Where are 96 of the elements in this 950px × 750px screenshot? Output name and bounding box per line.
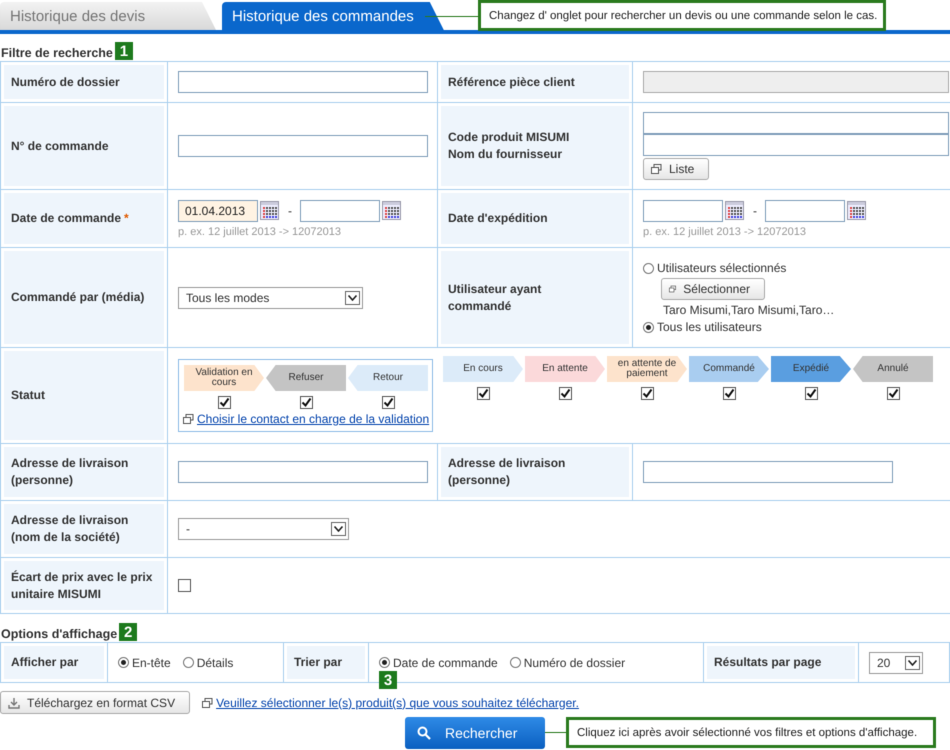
status-tag: Refuser [266,365,346,391]
field-label: Date d'expédition [448,210,548,227]
radio-button[interactable] [643,262,654,274]
radio-label: Utilisateurs sélectionnés [657,261,786,275]
section-title: Filtre de recherche [1,46,113,60]
status-tag: En attente [525,356,605,382]
text-field[interactable] [178,135,428,157]
dropdown[interactable]: 20 [869,652,923,674]
leader-line [425,16,480,17]
status-tag: En cours [443,356,523,382]
text-field[interactable] [643,461,893,483]
range-separator: - [288,204,292,218]
calendar-icon[interactable] [847,200,867,220]
status-tag: Retour [348,365,428,391]
date-field[interactable] [765,200,845,222]
field-label: Utilisateur ayant commandé [448,280,542,314]
checkbox[interactable] [640,387,654,400]
radio-label: Date de commande [393,656,498,670]
caret-icon [905,656,920,670]
window-icon [202,698,214,708]
checkbox[interactable] [476,387,490,400]
radio-button[interactable] [643,322,654,332]
date-field[interactable] [300,200,380,222]
checkbox[interactable] [300,396,312,409]
checkbox[interactable] [722,387,736,400]
radio-label: Numéro de dossier [524,656,626,670]
download-link[interactable]: Veuillez sélectionner le(s) produit(s) que vous souhaitez télécharger. [216,696,579,710]
checkbox[interactable] [558,387,572,400]
calendar-icon[interactable] [725,200,745,220]
calendar-icon[interactable] [382,200,402,220]
checkbox[interactable] [178,579,191,592]
status-tag: Commandé [689,356,769,382]
status-tag: Annulé [853,356,933,382]
status-tag: Validation en cours [184,365,264,391]
calendar-icon[interactable] [260,200,280,220]
field-label: Adresse de livraison (personne) [448,455,566,489]
text-field[interactable] [178,71,428,93]
step-badge: 2 [119,623,138,641]
field-label: Adresse de livraison (personne) [11,455,130,489]
leader-line [545,732,567,733]
field-label: Nom du fournisseur [448,146,562,163]
select-button[interactable]: Sélectionner [661,278,765,300]
section-title: Options d'affichage [1,627,118,641]
caret-icon [345,290,360,304]
tab[interactable]: Historique des devis [0,2,216,30]
checkbox[interactable] [804,387,818,400]
selected-users: Taro Misumi,Taro Misumi,Taro… [663,303,836,317]
status-tag: Expédié [771,356,851,382]
checkbox[interactable] [382,396,394,409]
callout: Cliquez ici après avoir sélectionné vos filtres et options d'affichage. [566,717,936,748]
text-field[interactable] [643,134,949,156]
field-label: Statut [11,387,45,404]
field-label: Trier par [294,654,342,671]
field-label: Écart de prix avec le prix unitaire MISUMI [11,568,154,602]
radio-label: Détails [196,656,234,670]
field-label: Référence pièce client [448,74,575,90]
text-field[interactable] [178,461,428,483]
date-hint: p. ex. 12 juillet 2013 -> 12072013 [643,226,807,238]
text-field[interactable] [643,112,949,134]
dropdown[interactable]: - [178,518,349,540]
radio-label: Tous les utilisateurs [657,320,762,334]
field-label: Numéro de dossier [11,74,120,90]
field-label: N° de commande [11,138,108,154]
field-label: Commandé par (média) [11,289,144,306]
status-tag: en attente de paiement [607,356,687,382]
radio-button[interactable] [118,657,129,668]
window-icon [651,164,662,174]
search-icon [417,726,431,740]
search-button[interactable]: Rechercher [405,717,545,749]
field-label: Résultats par page [714,654,822,671]
radio-button[interactable] [182,657,194,668]
date-field[interactable]: 01.04.2013 [178,200,258,222]
field-label: Date de commande * [11,210,129,227]
callout: Changez d' onglet pour rechercher un devis ou une commande selon le cas. [478,0,886,31]
field-label: Adresse de livraison (nom de la société) [11,512,130,546]
download-icon [8,696,20,708]
csv-download-button[interactable]: Téléchargez en format CSV [0,691,190,714]
dropdown[interactable]: Tous les modes [178,286,363,308]
field-label: Code produit MISUMI [448,129,570,146]
list-button[interactable]: Liste [643,158,710,180]
radio-button[interactable] [510,657,521,668]
checkbox[interactable] [886,387,900,400]
caret-icon [331,522,346,536]
range-separator: - [753,204,757,218]
checkbox[interactable] [218,396,230,409]
radio-button[interactable] [379,657,390,668]
step-badge: 1 [114,42,133,60]
date-field[interactable] [643,200,723,222]
date-hint: p. ex. 12 juillet 2013 -> 12072013 [178,226,342,238]
window-icon [183,414,194,424]
window-icon [669,284,676,294]
step-badge: 3 [379,671,397,689]
contact-link[interactable]: Choisir le contact en charge de la validation [197,412,430,426]
field-label: Afficher par [11,654,78,671]
tab[interactable]: Historique des commandes [222,2,444,30]
radio-label: En-tête [132,656,171,670]
